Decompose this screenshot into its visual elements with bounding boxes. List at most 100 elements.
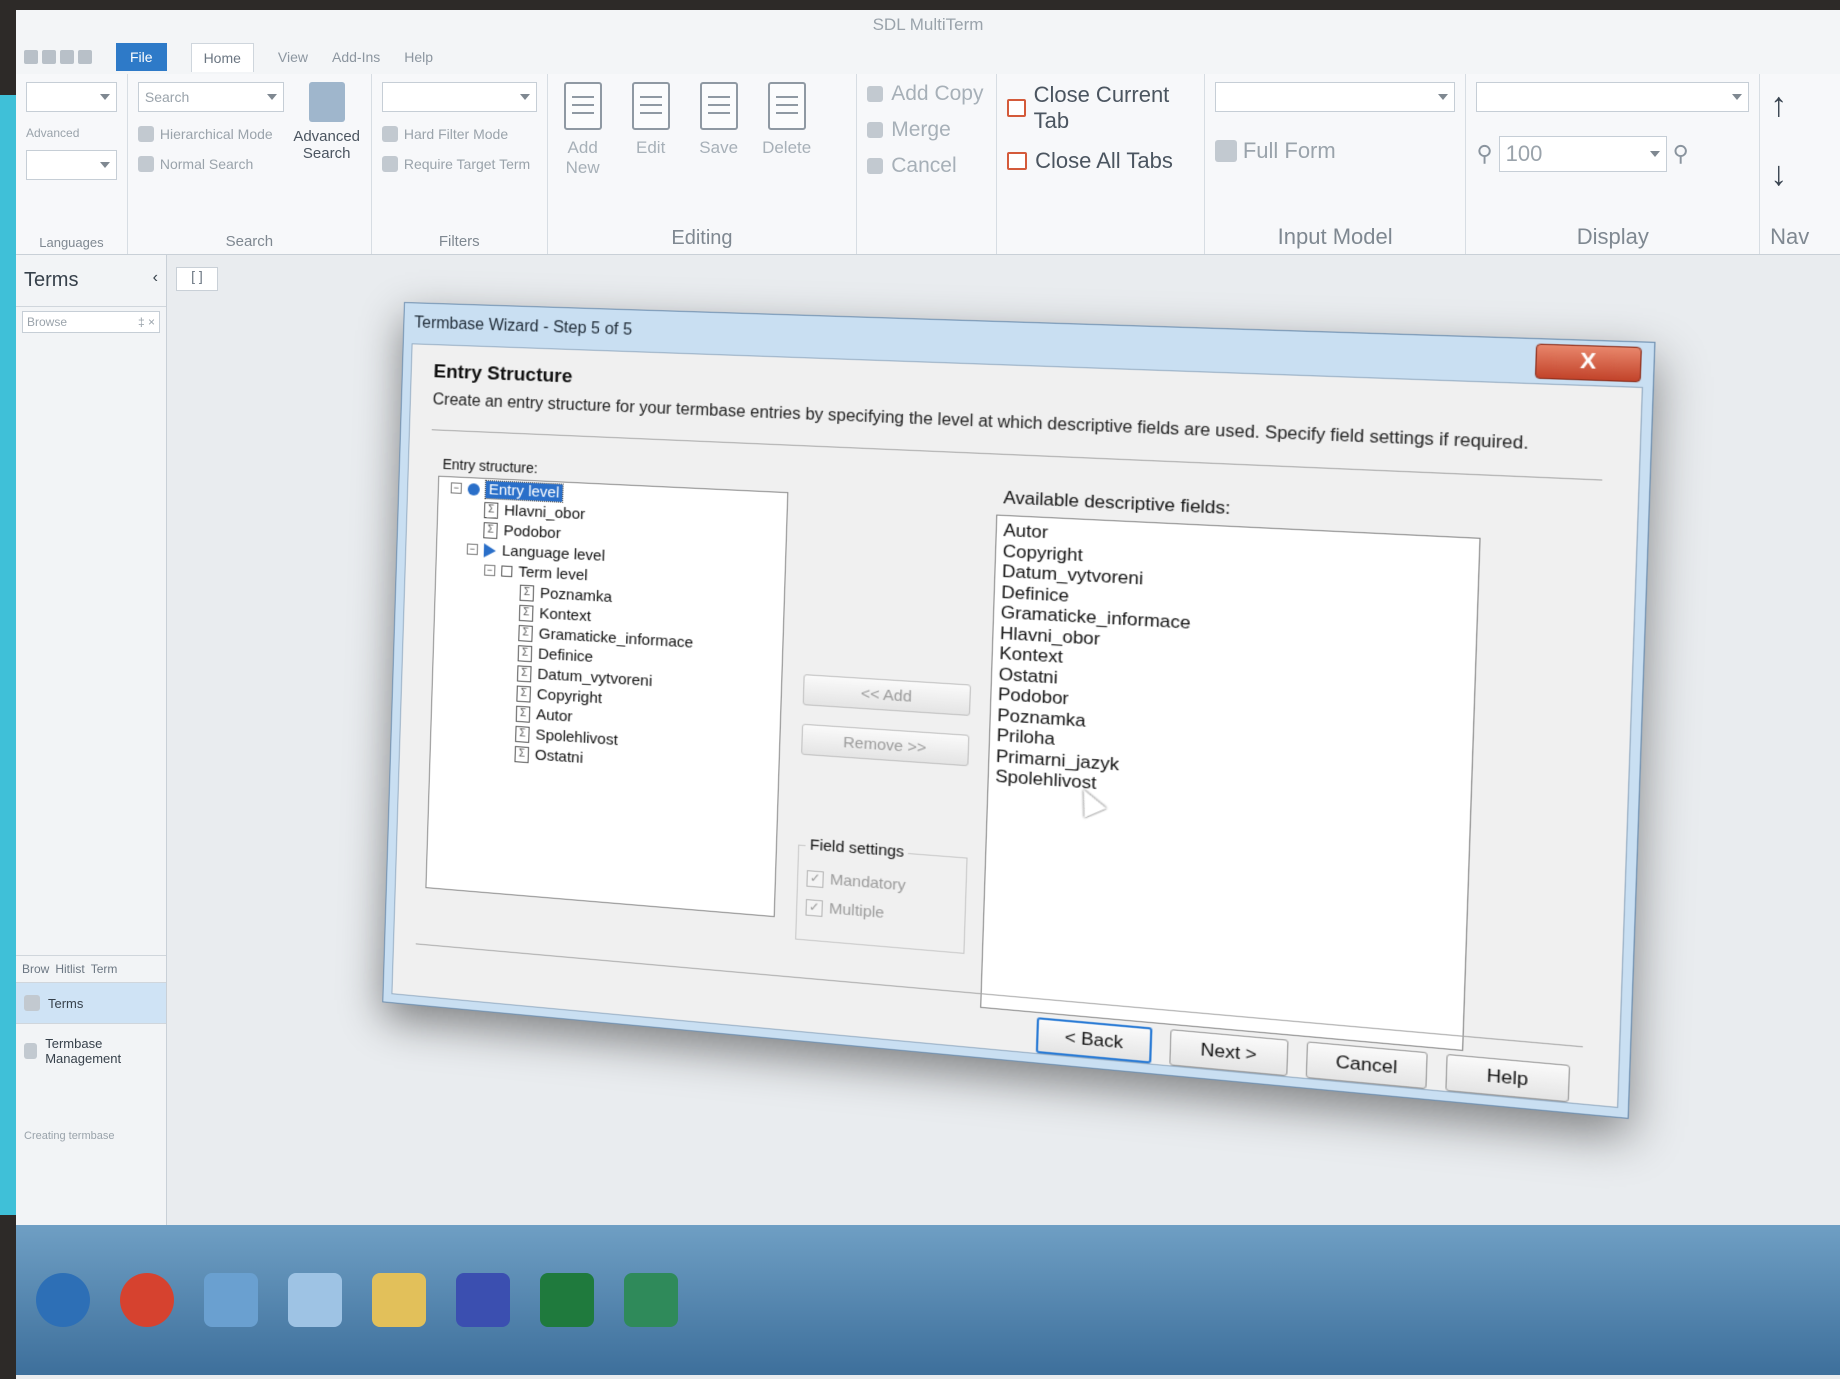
- excel-icon[interactable]: [540, 1273, 594, 1327]
- normal-search-button[interactable]: Normal Search: [137, 156, 285, 172]
- mandatory-checkbox[interactable]: ✓ Mandatory: [806, 869, 906, 895]
- cancel-button[interactable]: Cancel: [1305, 1041, 1428, 1090]
- edit-button[interactable]: Edit: [626, 82, 676, 228]
- display-dropdown[interactable]: [1476, 82, 1750, 112]
- remove-field-button[interactable]: Remove >>: [801, 723, 970, 767]
- filter-dropdown[interactable]: [381, 82, 537, 112]
- tree-node-field[interactable]: Σ Poznamka: [519, 584, 612, 606]
- full-form-icon: [1214, 140, 1237, 162]
- checkbox-icon: ✓: [805, 898, 823, 917]
- merge-button[interactable]: Merge: [867, 118, 986, 142]
- close-tab-icon: [1007, 99, 1026, 117]
- languages-advanced[interactable]: Advanced: [26, 126, 117, 140]
- termbase-management-button[interactable]: Termbase Management: [16, 1023, 166, 1078]
- quick-access-toolbar[interactable]: [24, 50, 92, 64]
- source-language-dropdown[interactable]: [26, 82, 117, 112]
- start-icon[interactable]: [36, 1273, 90, 1327]
- zoom-in-icon[interactable]: ⚲: [1673, 141, 1689, 167]
- dialog-body: Entry Structure Create an entry structur…: [391, 343, 1644, 1109]
- multiple-checkbox[interactable]: ✓ Multiple: [805, 898, 885, 922]
- hierarchy-icon: [137, 126, 154, 142]
- chevron-down-icon: [267, 94, 278, 100]
- tab-file[interactable]: File: [116, 43, 167, 71]
- screen: SDL MultiTerm File Home View Add-Ins Hel…: [16, 10, 1840, 1379]
- add-copy-button[interactable]: Add Copy: [867, 82, 986, 106]
- tree-node-field[interactable]: Σ Definice: [517, 644, 593, 666]
- advanced-search-button[interactable]: Advanced Search: [292, 82, 360, 162]
- close-button[interactable]: X: [1534, 343, 1642, 383]
- step-description: Create an entry structure for your termb…: [432, 391, 1529, 454]
- chrome-icon[interactable]: [120, 1273, 174, 1327]
- tree-node-entry-level[interactable]: − Entry level: [450, 479, 564, 504]
- tree-node-field[interactable]: Σ Podobor: [483, 521, 561, 542]
- hierarchical-mode-button[interactable]: Hierarchical Mode: [137, 126, 285, 142]
- cancel-edit-button[interactable]: Cancel: [867, 154, 986, 178]
- back-button[interactable]: < Back: [1035, 1017, 1153, 1064]
- tab-help[interactable]: Help: [404, 49, 433, 65]
- add-new-button[interactable]: Add New: [558, 82, 608, 228]
- status-text: Creating termbase: [24, 1130, 115, 1142]
- terms-nav-button[interactable]: Terms: [16, 982, 166, 1023]
- full-form-button[interactable]: Full Form: [1214, 138, 1456, 164]
- close-all-tabs-button[interactable]: Close All Tabs: [1007, 148, 1194, 174]
- close-all-tabs-icon: [1007, 152, 1028, 170]
- field-icon: Σ: [516, 664, 532, 682]
- available-fields-list[interactable]: Autor Copyright Datum_vytvoreni Definice…: [980, 514, 1481, 1052]
- search-group-label: Search: [225, 233, 274, 250]
- collapse-icon[interactable]: ‹: [153, 269, 158, 292]
- tab-term[interactable]: Term: [91, 962, 118, 976]
- pin-close-icon[interactable]: ‡ ×: [138, 315, 155, 329]
- tree-node-field[interactable]: Σ Ostatni: [514, 745, 583, 767]
- tab-browse[interactable]: Brow: [22, 962, 49, 976]
- tab-add-ins[interactable]: Add-Ins: [332, 49, 380, 65]
- search-input[interactable]: Search: [137, 82, 285, 112]
- editing-group-label: Editing: [671, 227, 733, 249]
- multiterm-icon[interactable]: [624, 1273, 678, 1327]
- require-target-term-button[interactable]: Require Target Term: [381, 156, 537, 172]
- collapse-icon[interactable]: −: [466, 543, 479, 556]
- input-model-dropdown[interactable]: [1214, 82, 1456, 112]
- arrow-up-icon[interactable]: ↑: [1770, 86, 1830, 125]
- pane-tabs: Brow Hitlist Term: [16, 955, 166, 982]
- accent-strip: [0, 95, 16, 1215]
- cancel-icon: [867, 158, 884, 174]
- target-language-dropdown[interactable]: [26, 150, 117, 180]
- entry-structure-tree[interactable]: − Entry level Σ Hlavni_obor Σ Podobor − La…: [425, 475, 789, 918]
- filter-icon: [381, 126, 398, 142]
- save-button[interactable]: Save: [694, 82, 744, 228]
- tree-node-field[interactable]: Σ Kontext: [518, 604, 591, 625]
- folder-icon[interactable]: [372, 1273, 426, 1327]
- tree-node-field[interactable]: Σ Hlavni_obor: [483, 501, 585, 523]
- zoom-level-input[interactable]: 100: [1498, 136, 1667, 172]
- nav-group: ↑ ↓ Nav: [1760, 74, 1840, 254]
- browse-header: Browse ‡ ×: [22, 311, 160, 333]
- next-button[interactable]: Next >: [1169, 1029, 1289, 1077]
- tree-node-term-level[interactable]: − Term level: [484, 561, 588, 584]
- tab-hitlist[interactable]: Hitlist: [55, 962, 84, 976]
- terms-pane-header: Terms ‹: [16, 255, 166, 307]
- document-icon[interactable]: [288, 1273, 342, 1327]
- nav-group-label: Nav: [1770, 224, 1810, 249]
- collapse-icon[interactable]: −: [484, 564, 496, 577]
- collapse-icon[interactable]: −: [450, 482, 462, 494]
- delete-button[interactable]: Delete: [762, 82, 812, 228]
- field-icon: Σ: [514, 745, 530, 763]
- languages-group: Advanced Languages: [16, 74, 128, 254]
- field-icon: Σ: [519, 584, 535, 602]
- tree-node-field[interactable]: Σ Autor: [515, 705, 573, 726]
- document-tab[interactable]: [ ]: [176, 267, 218, 291]
- tab-view[interactable]: View: [278, 49, 308, 65]
- save-disk-icon[interactable]: [456, 1273, 510, 1327]
- save-icon: [699, 82, 738, 130]
- add-field-button[interactable]: << Add: [802, 674, 972, 716]
- entry-level-icon: [467, 482, 480, 496]
- close-current-tab-button[interactable]: Close Current Tab: [1007, 82, 1194, 134]
- tree-node-field[interactable]: Σ Copyright: [516, 685, 602, 707]
- hard-filter-mode-button[interactable]: Hard Filter Mode: [381, 126, 537, 142]
- zoom-out-icon[interactable]: ⚲: [1476, 141, 1492, 167]
- filters-group-label: Filters: [438, 233, 480, 250]
- app-icon[interactable]: [204, 1273, 258, 1327]
- tab-home[interactable]: Home: [190, 42, 254, 72]
- help-button[interactable]: Help: [1445, 1053, 1571, 1103]
- arrow-down-icon[interactable]: ↓: [1770, 155, 1830, 194]
